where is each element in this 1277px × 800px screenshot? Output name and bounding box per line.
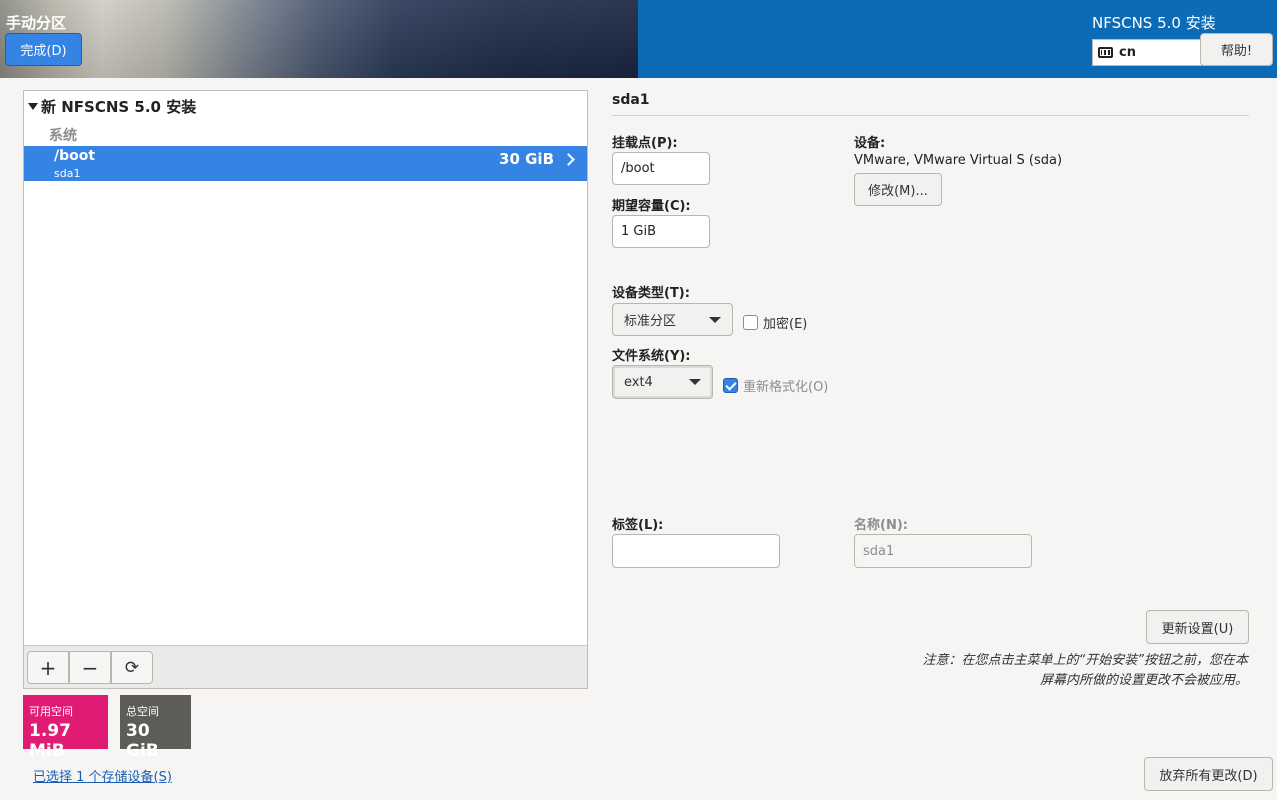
total-space-box: 总空间 30 GiB [120,695,191,761]
product-title: NFSCNS 5.0 安装 [1092,14,1216,32]
name-label: 名称(N): [854,518,908,533]
settings-note: 注意：在您点击主菜单上的“开始安装”按钮之前，您在本屏幕内所做的设置更改不会被应… [922,653,1248,688]
filesystem-label: 文件系统(Y): [612,349,691,364]
partition-size: 30 GiB [499,150,554,168]
refresh-button[interactable]: ⟳ [111,651,153,684]
installation-expander[interactable]: 新 NFSCNS 5.0 安装 [28,96,196,117]
encrypt-checkbox[interactable]: 加密(E) [743,313,807,332]
chevron-right-icon [562,153,575,166]
chevron-down-icon [689,379,701,385]
tag-input[interactable] [612,534,780,568]
name-input: sda1 [854,534,1032,568]
encrypt-checkbox-box [743,315,758,330]
total-space-value: 30 GiB [126,721,159,761]
partition-tree-panel: 新 NFSCNS 5.0 安装 系统 /boot sda1 30 GiB + −… [23,90,588,689]
discard-all-changes-button[interactable]: 放弃所有更改(D) [1144,757,1273,791]
partition-toolbar: + − ⟳ [24,645,587,688]
remove-partition-button[interactable]: − [69,651,111,684]
partition-row-boot[interactable]: /boot sda1 30 GiB [24,146,587,181]
device-type-select[interactable]: 标准分区 [612,303,733,336]
page-title: 手动分区 [6,14,67,32]
partition-device: sda1 [54,167,81,180]
selected-storage-link[interactable]: 已选择 1 个存储设备(S) [33,766,172,785]
reformat-checkbox[interactable]: 重新格式化(O) [723,376,828,395]
device-type-value: 标准分区 [624,314,677,329]
capacity-label: 期望容量(C): [612,199,691,214]
header-sidebar-graphic [0,0,638,78]
partition-mount-point: /boot [54,148,96,164]
mount-point-label: 挂载点(P): [612,136,678,151]
free-space-label: 可用空间 [29,705,73,718]
add-partition-button[interactable]: + [27,651,69,684]
modify-device-button[interactable]: 修改(M)... [854,173,942,206]
detail-title: sda1 [612,92,650,108]
detail-separator [612,115,1249,116]
keyboard-icon [1098,47,1113,58]
chevron-down-icon [709,317,721,323]
filesystem-select[interactable]: ext4 [612,365,713,399]
encrypt-label: 加密(E) [763,317,808,332]
free-space-value: 1.97 MiB [29,721,71,761]
device-label: 设备: [854,136,886,151]
device-name: VMware, VMware Virtual S (sda) [854,153,1063,168]
group-label-system: 系统 [49,128,77,144]
installation-title: 新 NFSCNS 5.0 安装 [41,98,197,116]
mount-point-input[interactable]: /boot [612,152,710,185]
free-space-box: 可用空间 1.97 MiB [23,695,108,761]
help-button[interactable]: 帮助! [1200,33,1273,66]
expander-triangle-icon [28,103,38,110]
keyboard-layout-indicator[interactable]: cn [1092,39,1202,66]
update-settings-button[interactable]: 更新设置(U) [1146,610,1249,644]
reformat-label: 重新格式化(O) [743,380,829,395]
device-type-label: 设备类型(T): [612,286,690,301]
total-space-label: 总空间 [126,705,159,718]
tag-label: 标签(L): [612,518,664,533]
keyboard-layout-text: cn [1119,45,1136,60]
capacity-input[interactable]: 1 GiB [612,215,710,248]
header-bar: 手动分区 完成(D) NFSCNS 5.0 安装 cn 帮助! [0,0,1277,78]
done-button[interactable]: 完成(D) [5,33,82,66]
reformat-checkbox-box [723,378,738,393]
filesystem-value: ext4 [624,374,653,390]
